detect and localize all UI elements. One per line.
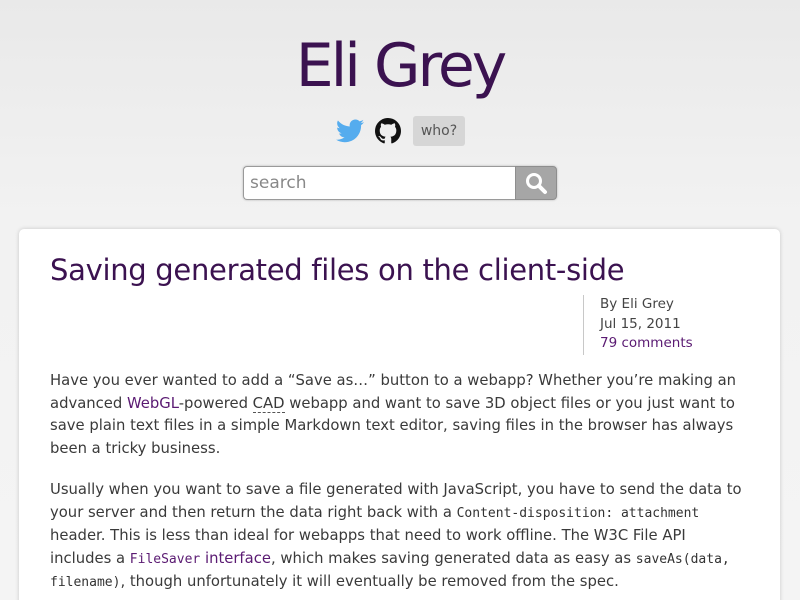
post-author: By Eli Grey <box>600 296 674 312</box>
social-links: who? <box>0 116 800 146</box>
post-date: Jul 15, 2011 <box>600 315 681 332</box>
code-content-disposition: Content-disposition: attachment <box>456 505 700 521</box>
paragraph-text: , which makes saving generated data as e… <box>270 549 636 567</box>
paragraph-text: -powered <box>178 394 253 412</box>
search-button[interactable] <box>515 166 557 200</box>
code-filesaver: FileSaver <box>129 551 201 567</box>
twitter-link[interactable] <box>335 116 365 146</box>
post-card: Saving generated files on the client-sid… <box>19 229 780 600</box>
webgl-link[interactable]: WebGL <box>127 395 179 412</box>
post-paragraph-2: Usually when you want to save a file gen… <box>50 479 750 595</box>
paragraph-text: , though unfortunately it will eventuall… <box>120 573 619 590</box>
twitter-icon <box>335 119 364 143</box>
search-form <box>243 166 557 200</box>
github-link[interactable] <box>373 116 403 146</box>
interface-link-text: interface <box>200 549 271 567</box>
search-input[interactable] <box>243 166 515 200</box>
post-meta: By Eli Grey Jul 15, 2011 79 comments <box>583 295 693 355</box>
github-icon <box>374 118 401 144</box>
site-title[interactable]: Eli Grey <box>0 26 800 106</box>
filesaver-interface-link[interactable]: FileSaver interface <box>130 550 271 567</box>
post-comments-link[interactable]: 79 comments <box>600 335 693 351</box>
who-button[interactable]: who? <box>412 116 466 146</box>
search-icon <box>526 173 547 194</box>
cad-abbreviation[interactable]: CAD <box>252 394 285 413</box>
post-paragraph-1: Have you ever wanted to add a “Save as…”… <box>50 370 750 460</box>
post-title[interactable]: Saving generated files on the client-sid… <box>50 253 625 287</box>
